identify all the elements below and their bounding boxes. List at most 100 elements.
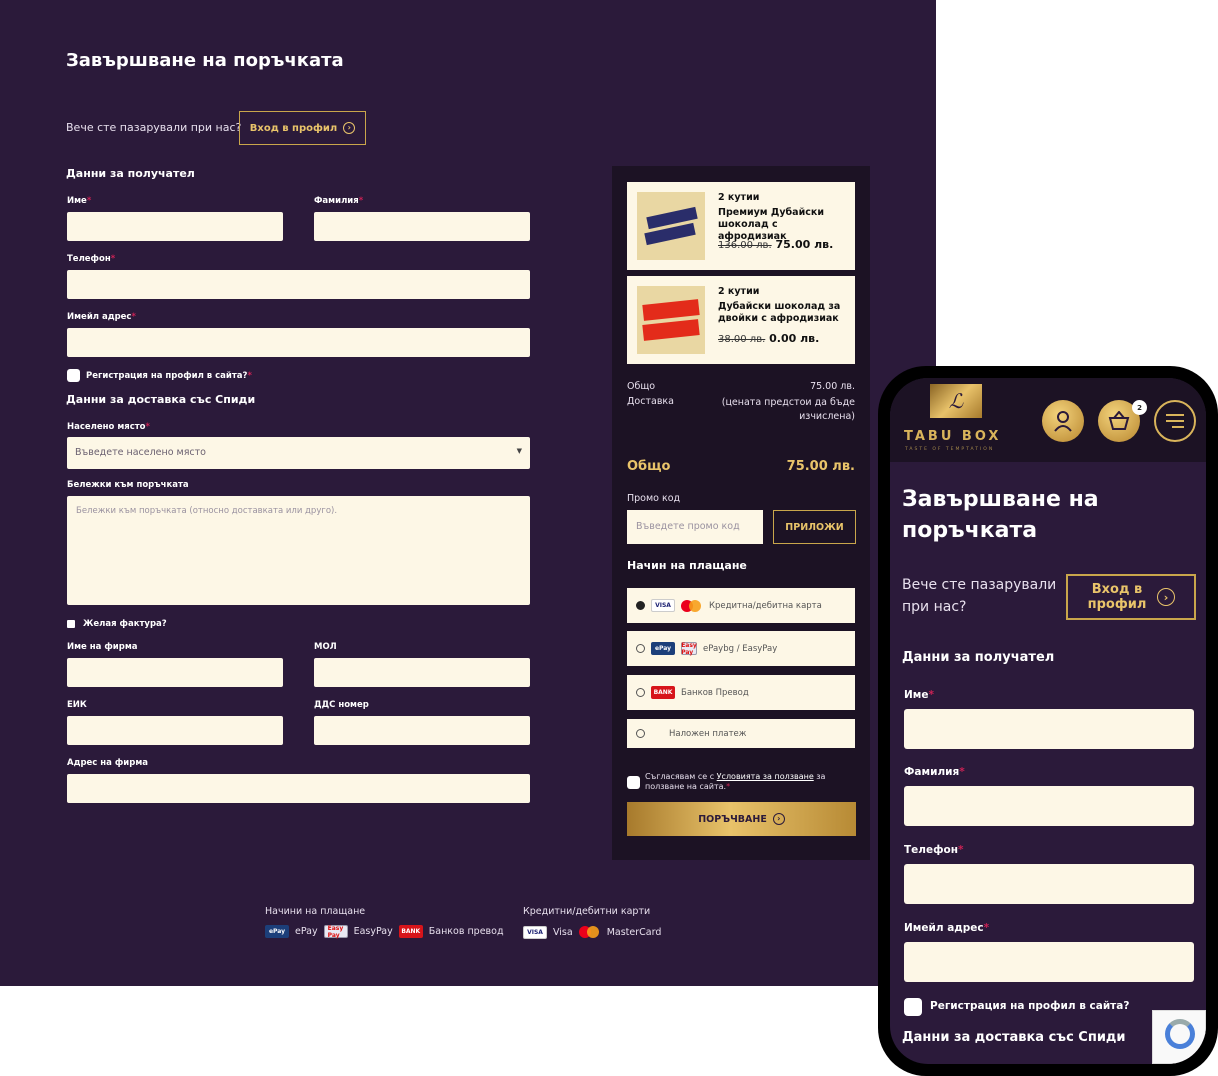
eik-input[interactable] xyxy=(67,716,283,745)
last-name-input[interactable] xyxy=(314,212,530,241)
subtotal-value: 75.00 лв. xyxy=(810,381,855,392)
easypay-icon: Easy Pay xyxy=(323,925,348,939)
cart-count-badge: 2 xyxy=(1132,400,1147,415)
epay-icon: ePay xyxy=(651,642,675,655)
mobile-recipient-section: Данни за получател xyxy=(902,650,1055,665)
first-name-label: Име* xyxy=(67,196,92,206)
footer-payment-logos: ePay ePay Easy Pay EasyPay BANK Банков прев… xyxy=(265,925,504,939)
mobile-last-name-label: Фамилия* xyxy=(904,766,965,778)
mobile-header: ℒ TABU BOX TASTE OF TEMPTATION 2 xyxy=(890,378,1206,462)
mobile-phone-label: Телефон* xyxy=(904,844,964,856)
mobile-screen: ℒ TABU BOX TASTE OF TEMPTATION 2 Завършв… xyxy=(890,378,1206,1064)
payment-title: Начин на плащане xyxy=(627,559,747,572)
vat-input[interactable] xyxy=(314,716,530,745)
settlement-select[interactable]: Въведете населено място ▼ xyxy=(67,437,530,469)
payment-option-label: Кредитна/дебитна карта xyxy=(709,600,822,611)
footer-cards-title: Кредитни/дебитни карти xyxy=(523,906,651,917)
mobile-last-name-input[interactable] xyxy=(904,786,1194,826)
total-label: Общо xyxy=(627,459,671,474)
visa-icon: VISA xyxy=(651,599,675,612)
payment-option-card[interactable]: VISA Кредитна/дебитна карта xyxy=(627,588,855,623)
payment-option-cod[interactable]: Наложен платеж xyxy=(627,719,855,748)
register-checkbox[interactable] xyxy=(67,369,80,382)
mobile-login-label: Вход в профил xyxy=(1087,582,1147,612)
brand-tagline: TASTE OF TEMPTATION xyxy=(905,447,995,452)
terms-text: Съгласявам се с Условията за ползване за… xyxy=(645,772,826,791)
notes-textarea[interactable]: Бележки към поръчката (относно доставкат… xyxy=(67,496,530,605)
epay-icon: ePay xyxy=(265,925,289,938)
eik-label: ЕИК xyxy=(67,700,87,710)
cart-item-qty: 2 кутии xyxy=(718,286,760,297)
total-value: 75.00 лв. xyxy=(786,459,855,474)
bank-icon: BANK xyxy=(651,686,675,699)
mobile-login-question: Вече сте пазарували при нас? xyxy=(902,577,1057,615)
recaptcha-badge[interactable] xyxy=(1152,1010,1206,1064)
mobile-login-button[interactable]: Вход в профил › xyxy=(1066,574,1196,620)
bank-icon: BANK xyxy=(398,925,423,938)
mobile-first-name-label: Име* xyxy=(904,689,934,701)
place-order-button[interactable]: ПОРЪЧВАНЕ › xyxy=(627,802,856,836)
recipient-section-title: Данни за получател xyxy=(66,167,195,180)
last-name-label: Фамилия* xyxy=(314,196,364,206)
product-image xyxy=(637,192,705,260)
mobile-phone-input[interactable] xyxy=(904,864,1194,904)
payment-option-epay[interactable]: ePay Easy Pay ePaybg / EasyPay xyxy=(627,631,855,666)
company-address-label: Адрес на фирма xyxy=(67,758,149,768)
invoice-checkbox-label: Желая фактура? xyxy=(83,619,167,629)
mastercard-icon xyxy=(578,925,601,939)
radio-selected-icon[interactable] xyxy=(636,601,645,610)
login-button[interactable]: Вход в профил › xyxy=(239,111,366,145)
delivery-label: Доставка xyxy=(627,396,674,407)
visa-icon: VISA xyxy=(523,925,547,939)
settlement-label: Населено място* xyxy=(67,422,150,432)
mobile-first-name-input[interactable] xyxy=(904,709,1194,749)
subtotal-label: Общо xyxy=(627,381,656,392)
email-input[interactable] xyxy=(67,328,530,357)
invoice-checkbox[interactable] xyxy=(67,620,75,628)
menu-icon[interactable] xyxy=(1154,400,1196,442)
promo-label: Промо код xyxy=(627,493,681,504)
payment-option-bank[interactable]: BANK Банков Превод xyxy=(627,675,855,710)
phone-input[interactable] xyxy=(67,270,530,299)
cart-item-name: Дубайски шоколад за двойки с афродизиак xyxy=(718,301,841,324)
cart-item-price: 38.00 лв. 0.00 лв. xyxy=(718,332,820,345)
chevron-right-icon: › xyxy=(343,122,356,134)
promo-input[interactable]: Въведете промо код xyxy=(627,510,763,544)
brand-logo[interactable]: ℒ xyxy=(930,384,982,418)
apply-promo-button[interactable]: ПРИЛОЖИ xyxy=(773,510,856,544)
register-checkbox-label: Регистрация на профил в сайта?* xyxy=(86,371,252,381)
company-name-label: Име на фирма xyxy=(67,642,138,652)
easypay-icon: Easy Pay xyxy=(681,641,697,656)
payment-option-label: ePaybg / EasyPay xyxy=(703,643,778,654)
page-title: Завършване на поръчката xyxy=(66,50,344,71)
footer-payment-title: Начини на плащане xyxy=(265,906,366,917)
chevron-right-icon: › xyxy=(1157,588,1175,606)
terms-link[interactable]: Условията за ползване xyxy=(717,772,814,781)
footer-card-logos: VISA Visa MasterCard xyxy=(523,925,661,939)
radio-icon[interactable] xyxy=(636,644,645,653)
radio-icon[interactable] xyxy=(636,729,645,738)
mol-label: МОЛ xyxy=(314,642,337,652)
mobile-register-checkbox[interactable] xyxy=(904,998,922,1016)
first-name-input[interactable] xyxy=(67,212,283,241)
login-button-label: Вход в профил xyxy=(249,122,338,134)
phone-label: Телефон* xyxy=(67,254,116,264)
chevron-right-icon: › xyxy=(772,813,785,825)
user-icon[interactable] xyxy=(1042,400,1084,442)
company-name-input[interactable] xyxy=(67,658,283,687)
mol-input[interactable] xyxy=(314,658,530,687)
vat-label: ДДС номер xyxy=(314,700,369,710)
radio-icon[interactable] xyxy=(636,688,645,697)
mobile-email-label: Имейл адрес* xyxy=(904,922,990,934)
cart-item: 2 кутии Дубайски шоколад за двойки с афр… xyxy=(627,276,855,364)
mobile-email-input[interactable] xyxy=(904,942,1194,982)
notes-label: Бележки към поръчката xyxy=(67,480,189,490)
login-question: Вече сте пазарували при нас? xyxy=(66,121,242,134)
cart-item: 2 кутии Премиум Дубайски шоколад с афрод… xyxy=(627,182,855,270)
chevron-down-icon: ▼ xyxy=(516,447,522,455)
company-address-input[interactable] xyxy=(67,774,530,803)
product-image xyxy=(637,286,705,354)
terms-checkbox[interactable] xyxy=(627,776,640,789)
place-order-label: ПОРЪЧВАНЕ xyxy=(698,813,767,825)
payment-option-label: Наложен платеж xyxy=(669,728,747,739)
